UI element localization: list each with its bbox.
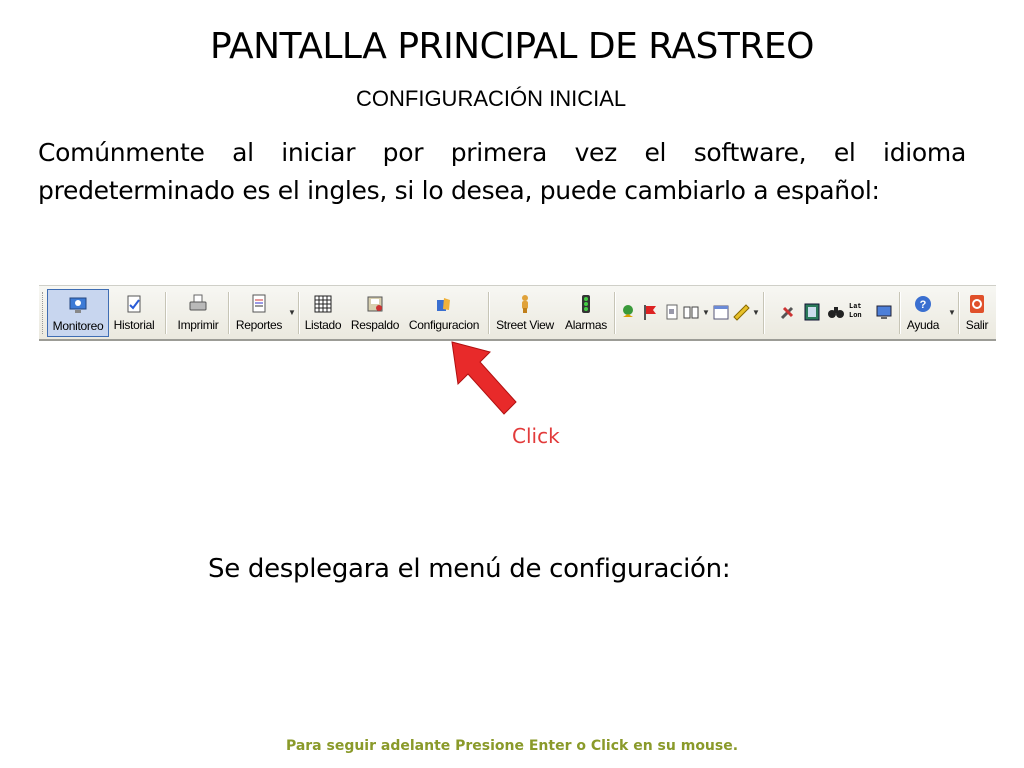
exit-icon: [967, 294, 987, 314]
toolbar-separator: [488, 292, 490, 334]
help-icon: ?: [913, 294, 933, 314]
configuracion-button[interactable]: Configuracion: [405, 289, 483, 337]
monitor-icon: [68, 295, 88, 315]
toolbar-separator: [228, 292, 230, 334]
geo-pin-icon[interactable]: [619, 303, 637, 321]
monitoreo-label: Monitoreo: [52, 319, 104, 333]
tools-icon[interactable]: [779, 303, 797, 321]
page-subtitle: CONFIGURACIÓN INICIAL: [356, 86, 627, 111]
alarmas-button[interactable]: Alarmas: [562, 289, 610, 337]
lat-text: Lat: [849, 303, 862, 311]
reportes-label: Reportes: [235, 318, 283, 332]
listado-button[interactable]: Listado: [301, 289, 345, 337]
document-icon[interactable]: [663, 303, 681, 321]
historial-label: Historial: [113, 318, 155, 332]
printer-icon: [188, 294, 208, 314]
click-annotation: Click: [512, 424, 560, 448]
imprimir-label: Imprimir: [177, 318, 219, 332]
flag-icon[interactable]: [641, 303, 659, 321]
calendar-icon[interactable]: [712, 303, 730, 321]
backup-icon: [365, 294, 385, 314]
toolbar-grip[interactable]: [42, 292, 46, 334]
svg-text:?: ?: [920, 299, 927, 311]
history-icon: [124, 294, 144, 314]
lon-text: Lon: [849, 312, 862, 320]
footer-instruction: Para seguir adelante Presione Enter o Cl…: [285, 738, 739, 754]
imprimir-button[interactable]: Imprimir: [173, 289, 223, 337]
ayuda-button[interactable]: ? Ayuda: [903, 289, 943, 337]
book-dropdown-arrow[interactable]: ▼: [702, 308, 710, 317]
reports-icon: [249, 294, 269, 314]
menu-note: Se desplegara el menú de configuración:: [208, 554, 731, 584]
ayuda-dropdown-arrow[interactable]: ▼: [948, 308, 956, 317]
intro-paragraph: Comúnmente al iniciar por primera vez el…: [38, 138, 966, 205]
lat-lon-icon[interactable]: Lat Lon: [849, 303, 869, 321]
grid-list-icon: [313, 294, 333, 314]
main-toolbar: Monitoreo Historial Imprimir Reportes ▼ …: [39, 285, 996, 341]
ayuda-label: Ayuda: [906, 318, 940, 332]
book-icon[interactable]: [682, 303, 700, 321]
monitoreo-button[interactable]: Monitoreo: [47, 289, 109, 337]
toolbar-separator: [763, 292, 765, 334]
street-view-label: Street View: [496, 318, 554, 332]
traffic-light-icon: [576, 294, 596, 314]
street-view-button[interactable]: Street View: [493, 289, 557, 337]
ruler-dropdown-arrow[interactable]: ▼: [752, 308, 760, 317]
ruler-icon[interactable]: [732, 303, 750, 321]
page-title: PANTALLA PRINCIPAL DE RASTREO: [210, 26, 814, 67]
salir-button[interactable]: Salir: [961, 289, 993, 337]
screen-icon[interactable]: [875, 303, 893, 321]
respaldo-label: Respaldo: [350, 318, 400, 332]
binoculars-icon[interactable]: [827, 303, 845, 321]
reportes-dropdown-arrow[interactable]: ▼: [288, 308, 296, 317]
red-arrow-pointer: [450, 340, 522, 425]
configuracion-label: Configuracion: [408, 318, 480, 332]
alarmas-label: Alarmas: [565, 318, 607, 332]
toolbar-separator: [298, 292, 300, 334]
salir-label: Salir: [965, 318, 989, 332]
toolbar-separator: [614, 292, 616, 334]
film-icon[interactable]: [803, 303, 821, 321]
toolbar-separator: [165, 292, 167, 334]
toolbar-separator: [958, 292, 960, 334]
listado-label: Listado: [304, 318, 342, 332]
respaldo-button[interactable]: Respaldo: [348, 289, 402, 337]
historial-button[interactable]: Historial: [110, 289, 158, 337]
configuration-icon: [434, 294, 454, 314]
toolbar-separator: [899, 292, 901, 334]
street-view-person-icon: [515, 294, 535, 314]
reportes-button[interactable]: Reportes: [233, 289, 285, 337]
